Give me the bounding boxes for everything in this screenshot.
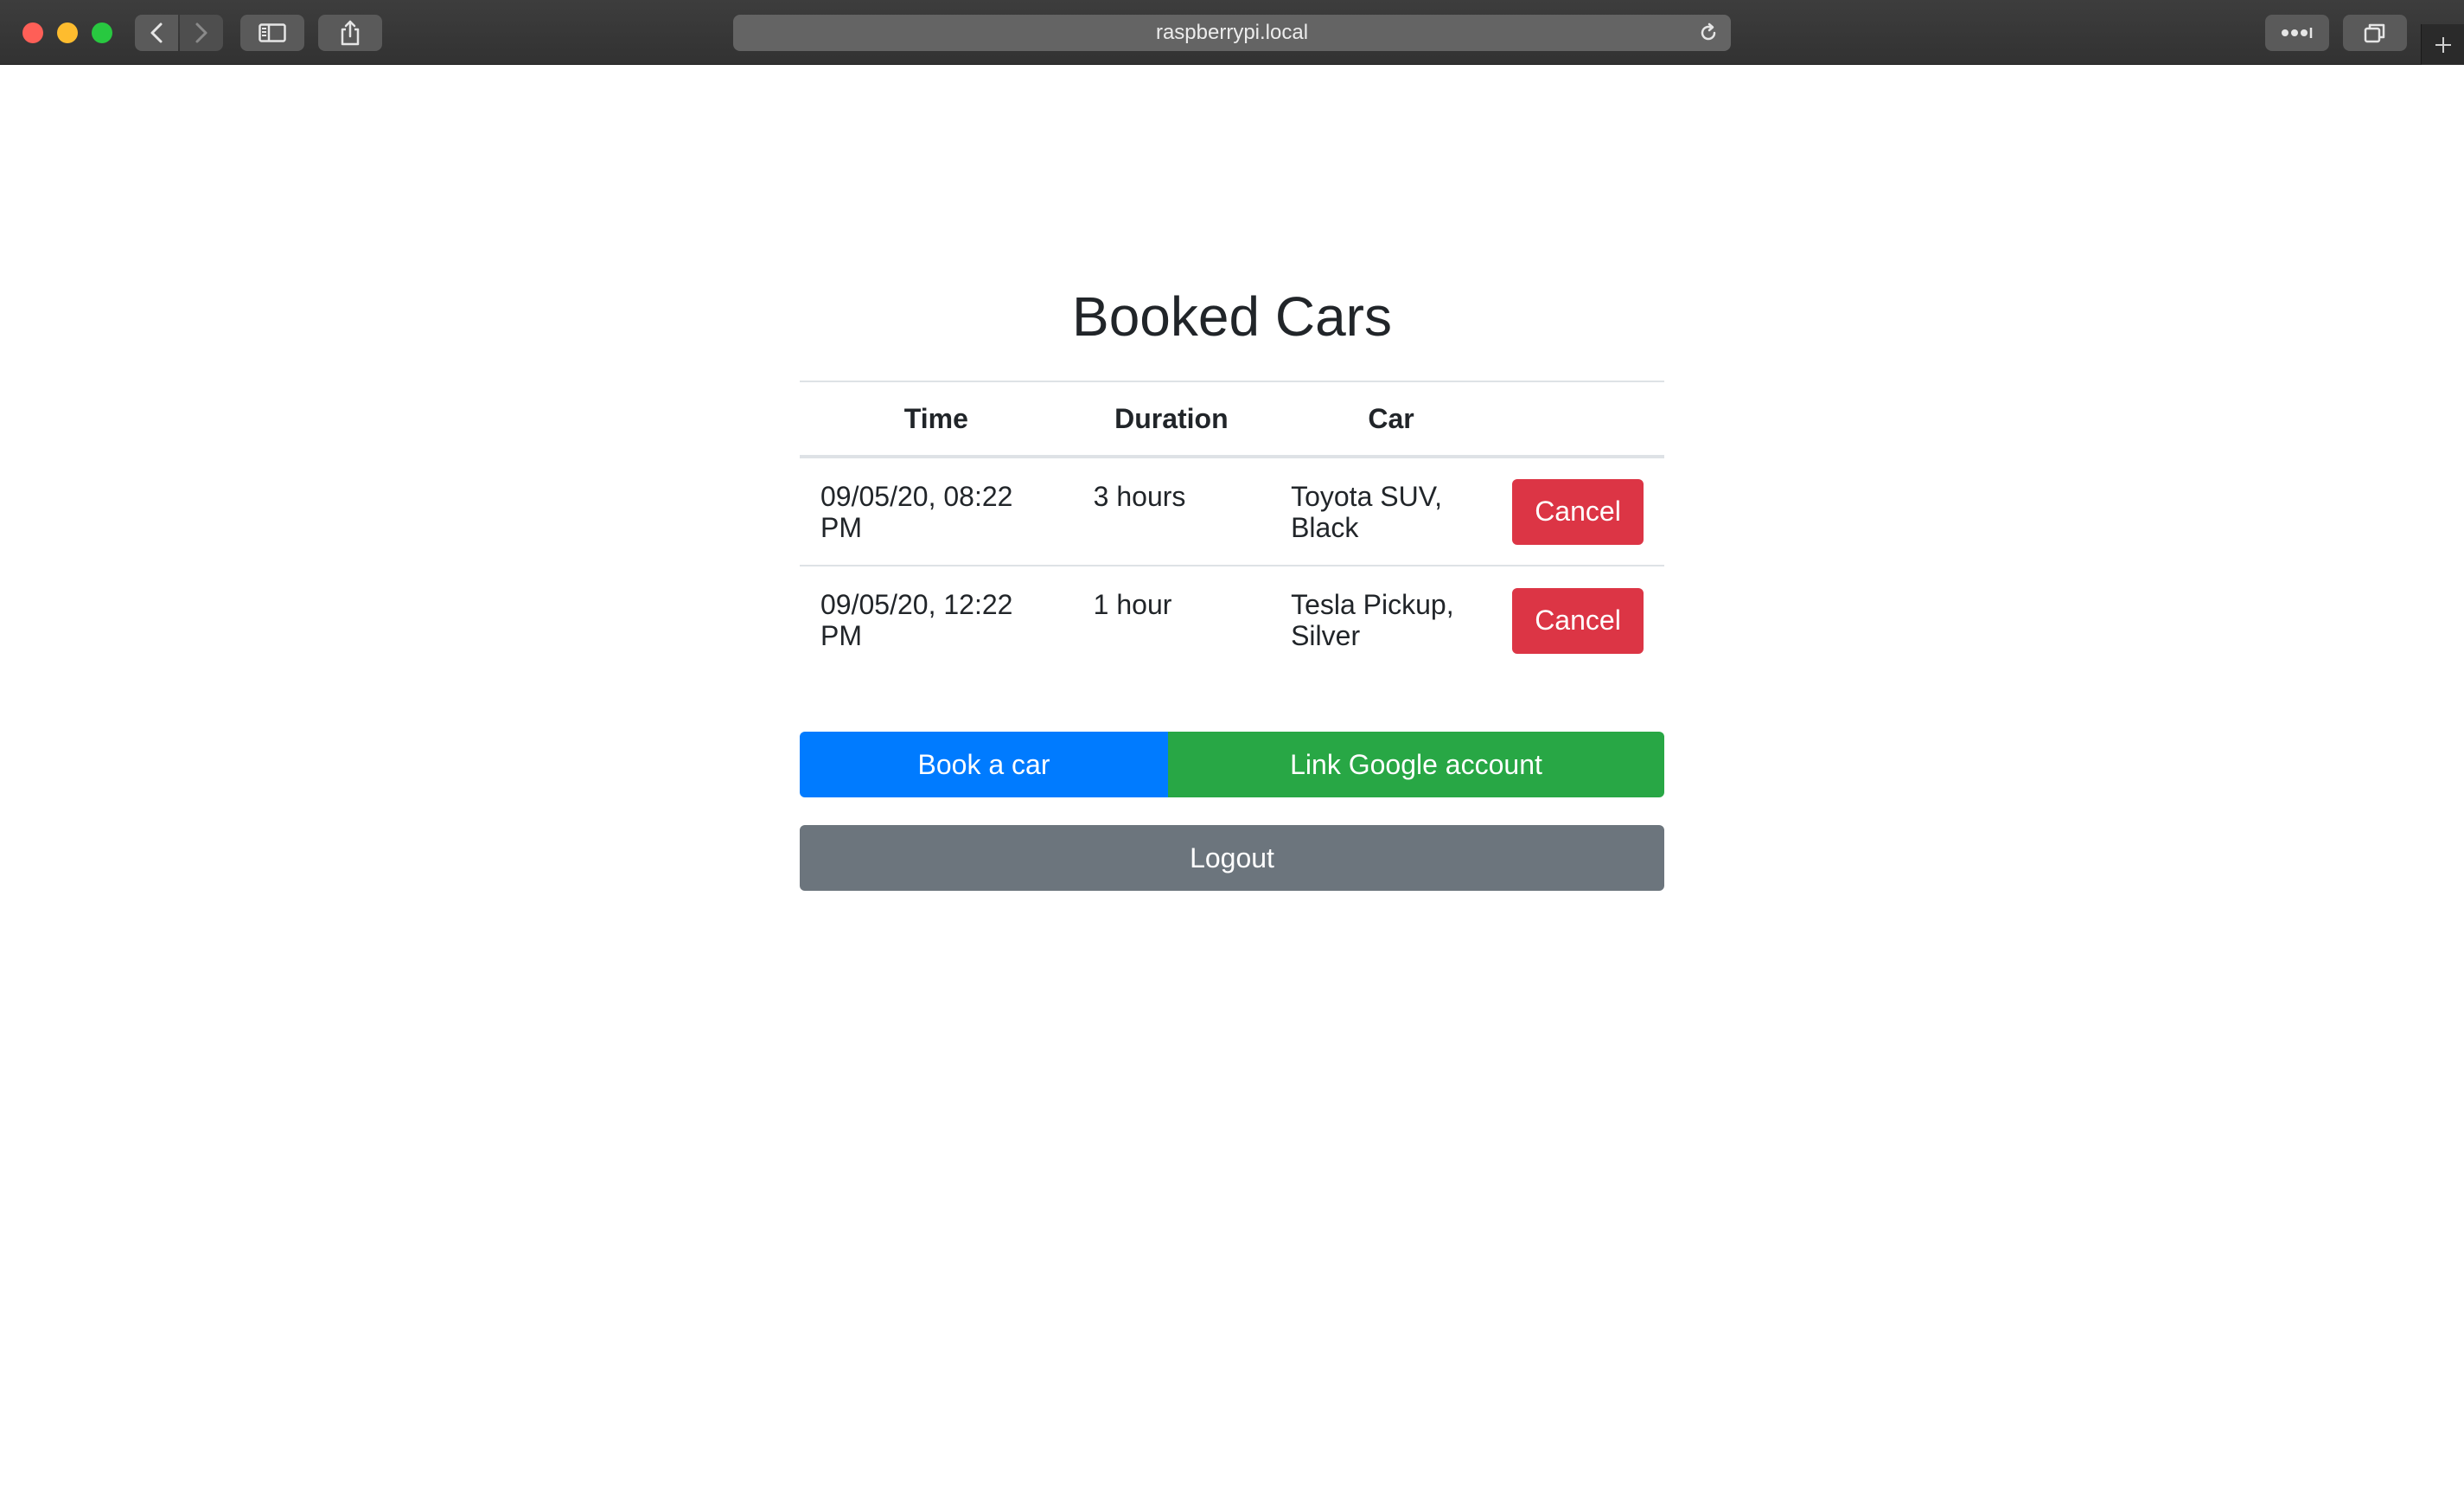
sidebar-toggle-button[interactable]: [240, 15, 304, 51]
close-window-button[interactable]: [22, 22, 43, 43]
tab-overview-button[interactable]: [2343, 15, 2407, 51]
logout-button[interactable]: Logout: [800, 825, 1664, 891]
zoom-window-button[interactable]: [92, 22, 112, 43]
browser-toolbar: raspberrypi.local: [0, 0, 2464, 65]
booking-time: 09/05/20, 12:22 PM: [800, 565, 1073, 675]
page-content: Booked Cars Time Duration Car 09/05/20, …: [800, 66, 1664, 891]
booking-duration: 3 hours: [1093, 481, 1186, 512]
column-header-time: Time: [800, 381, 1073, 458]
column-header-car: Car: [1270, 381, 1512, 458]
more-icon: [2282, 28, 2313, 38]
table-row: 09/05/20, 08:22 PM 3 hours Toyota SUV, B…: [800, 457, 1664, 566]
column-header-duration: Duration: [1072, 381, 1271, 458]
booking-car: Toyota SUV, Black: [1291, 481, 1442, 543]
booking-action-cell: Cancel: [1512, 457, 1664, 566]
url-text: raspberrypi.local: [1155, 21, 1309, 44]
share-icon: [341, 20, 360, 46]
booking-action-cell: Cancel: [1512, 565, 1664, 675]
address-bar[interactable]: raspberrypi.local: [733, 15, 1731, 51]
more-button[interactable]: [2265, 15, 2329, 51]
link-google-account-button[interactable]: Link Google account: [1168, 732, 1664, 797]
page-title: Booked Cars: [1072, 285, 1392, 348]
plus-icon: [2435, 36, 2451, 53]
action-button-group: Book a car Link Google account: [800, 732, 1664, 797]
cancel-booking-button[interactable]: Cancel: [1512, 587, 1644, 654]
sidebar-icon: [259, 23, 286, 42]
forward-button[interactable]: [180, 15, 223, 51]
new-tab-button[interactable]: [2421, 24, 2464, 65]
booking-time: 09/05/20, 08:22 PM: [820, 481, 1013, 543]
table-row: 09/05/20, 12:22 PM 1 hour Tesla Pickup, …: [800, 565, 1664, 675]
chevron-right-icon: [195, 22, 207, 43]
booking-car: Tesla Pickup, Silver: [1270, 565, 1512, 675]
reload-icon[interactable]: [1698, 22, 1719, 43]
booking-duration: 1 hour: [1072, 565, 1271, 675]
minimize-window-button[interactable]: [57, 22, 78, 43]
column-header-action: [1512, 381, 1664, 458]
share-button[interactable]: [318, 15, 382, 51]
back-button[interactable]: [135, 15, 178, 51]
cancel-booking-button[interactable]: Cancel: [1512, 478, 1644, 545]
table-header-row: Time Duration Car: [800, 381, 1664, 458]
bookings-table: Time Duration Car 09/05/20, 08:22 PM 3 h…: [800, 381, 1664, 675]
chevron-left-icon: [150, 22, 163, 43]
book-car-button[interactable]: Book a car: [800, 732, 1168, 797]
tab-overview-icon: [2364, 23, 2385, 43]
